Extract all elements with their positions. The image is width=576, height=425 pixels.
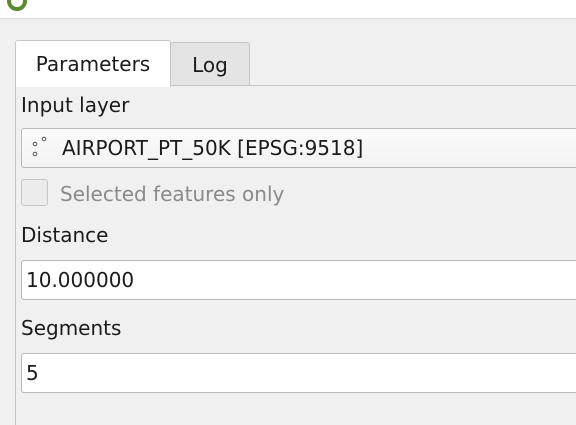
selected-features-checkbox[interactable] bbox=[21, 179, 48, 206]
distance-label: Distance bbox=[21, 223, 109, 247]
distance-value: 10.000000 bbox=[26, 268, 135, 292]
input-layer-label: Input layer bbox=[21, 93, 130, 117]
tab-parameters[interactable]: Parameters bbox=[15, 40, 171, 87]
segments-value: 5 bbox=[26, 361, 39, 385]
point-layer-icon bbox=[32, 136, 47, 157]
header-divider bbox=[0, 18, 576, 19]
segments-input[interactable]: 5 bbox=[21, 353, 576, 393]
input-layer-combobox[interactable]: AIRPORT_PT_50K [EPSG:9518] bbox=[21, 128, 576, 168]
window-top-strip bbox=[0, 0, 576, 18]
tab-log[interactable]: Log bbox=[170, 42, 250, 86]
tab-parameters-label: Parameters bbox=[35, 52, 151, 76]
selected-features-label: Selected features only bbox=[60, 182, 285, 206]
segments-label: Segments bbox=[21, 316, 122, 340]
tab-log-label: Log bbox=[192, 52, 228, 77]
qgis-logo-icon bbox=[7, 0, 27, 11]
input-layer-value: AIRPORT_PT_50K [EPSG:9518] bbox=[62, 136, 364, 160]
distance-input[interactable]: 10.000000 bbox=[21, 260, 576, 300]
